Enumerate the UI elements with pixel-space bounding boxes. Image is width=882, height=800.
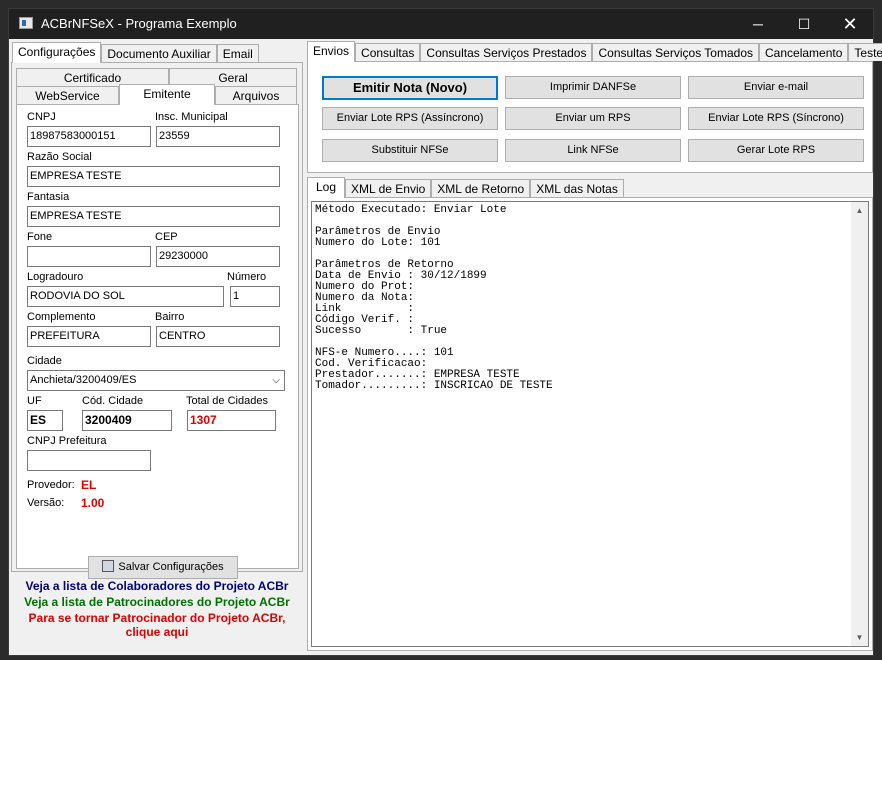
right-panel: Envios Consultas Consultas Serviços Pres… — [307, 39, 882, 655]
cep-label: CEP — [155, 231, 178, 243]
cnpj-prefeitura-label: CNPJ Prefeitura — [27, 435, 107, 447]
fone-label: Fone — [27, 231, 53, 243]
enviar-um-rps-button[interactable]: Enviar um RPS — [505, 107, 681, 130]
cidade-value: Anchieta/3200409/ES — [30, 374, 137, 386]
razao-social-label: Razão Social — [27, 151, 92, 163]
logradouro-label: Logradouro — [27, 271, 84, 283]
configuracoes-page: Certificado Geral WebService Emitente Ar… — [11, 62, 303, 572]
tab-teste[interactable]: Teste — [848, 43, 882, 61]
tab-configuracoes[interactable]: Configurações — [12, 42, 102, 63]
link-nfse-button[interactable]: Link NFSe — [505, 139, 681, 162]
log-text: Método Executado: Enviar Lote Parâmetros… — [315, 204, 553, 392]
close-button[interactable]: ✕ — [827, 9, 873, 39]
scroll-down-icon[interactable]: ▼ — [851, 629, 868, 646]
left-panel: Configurações Documento Auxiliar Email C… — [9, 39, 305, 655]
tab-xml-envio[interactable]: XML de Envio — [345, 179, 432, 197]
tab-documento-auxiliar[interactable]: Documento Auxiliar — [101, 44, 217, 62]
fantasia-label: Fantasia — [27, 191, 70, 203]
cidade-select[interactable]: Anchieta/3200409/ES ⌵ — [27, 370, 285, 391]
chevron-down-icon: ⌵ — [272, 375, 280, 386]
log-tab-strip: Log XML de Envio XML de Retorno XML das … — [307, 177, 624, 198]
tab-email[interactable]: Email — [216, 44, 259, 62]
title-bar: ACBrNFSeX - Programa Exemplo ─ ☐ ✕ — [9, 9, 873, 39]
main-window: ACBrNFSeX - Programa Exemplo ─ ☐ ✕ Confi… — [8, 8, 882, 656]
tab-arquivos[interactable]: Arquivos — [215, 86, 297, 104]
logradouro-field[interactable]: RODOVIA DO SOL — [27, 286, 224, 307]
total-cidades-label: Total de Cidades — [186, 395, 268, 407]
complemento-label: Complemento — [27, 311, 96, 323]
bairro-label: Bairro — [155, 311, 185, 323]
link-clique-aqui[interactable]: clique aqui — [9, 625, 305, 639]
total-cidades-field[interactable]: 1307 — [187, 410, 276, 431]
enviar-lote-assincrono-button[interactable]: Enviar Lote RPS (Assíncrono) — [322, 107, 498, 130]
cnpj-prefeitura-field[interactable] — [27, 450, 151, 471]
link-patrocinadores[interactable]: Veja a lista de Patrocinadores do Projet… — [9, 595, 305, 609]
window-title: ACBrNFSeX - Programa Exemplo — [41, 16, 237, 31]
maximize-button[interactable]: ☐ — [781, 9, 827, 39]
tab-envios[interactable]: Envios — [307, 41, 356, 62]
log-scrollbar[interactable]: ▲ ▼ — [851, 202, 868, 646]
log-textarea[interactable]: Método Executado: Enviar Lote Parâmetros… — [311, 201, 869, 647]
numero-field[interactable]: 1 — [230, 286, 280, 307]
cidade-label: Cidade — [27, 355, 62, 367]
app-icon — [19, 17, 33, 29]
imprimir-danfse-button[interactable]: Imprimir DANFSe — [505, 76, 681, 99]
cnpj-field[interactable]: 18987583000151 — [27, 126, 151, 147]
tab-emitente[interactable]: Emitente — [119, 84, 215, 105]
complemento-field[interactable]: PREFEITURA — [27, 326, 151, 347]
tab-cancelamento[interactable]: Cancelamento — [759, 43, 849, 61]
versao-label: Versão: — [27, 497, 65, 509]
save-icon — [102, 560, 115, 572]
scroll-up-icon[interactable]: ▲ — [851, 202, 868, 219]
cep-field[interactable]: 29230000 — [156, 246, 280, 267]
numero-label: Número — [227, 271, 267, 283]
razao-social-field[interactable]: EMPRESA TESTE — [27, 166, 280, 187]
fone-field[interactable] — [27, 246, 151, 267]
right-tab-strip: Envios Consultas Consultas Serviços Pres… — [307, 41, 882, 62]
cnpj-label: CNPJ — [27, 111, 56, 123]
bairro-field[interactable]: CENTRO — [156, 326, 280, 347]
log-page: Método Executado: Enviar Lote Parâmetros… — [307, 197, 873, 651]
link-tornar-patrocinador[interactable]: Para se tornar Patrocinador do Projeto A… — [9, 611, 305, 625]
substituir-nfse-button[interactable]: Substituir NFSe — [322, 139, 498, 162]
enviar-email-button[interactable]: Enviar e-mail — [688, 76, 864, 99]
gerar-lote-rps-button[interactable]: Gerar Lote RPS — [688, 139, 864, 162]
insc-municipal-label: Insc. Municipal — [155, 111, 228, 123]
cod-cidade-label: Cód. Cidade — [82, 395, 144, 407]
tab-xml-retorno[interactable]: XML de Retorno — [431, 179, 531, 197]
cod-cidade-field[interactable]: 3200409 — [82, 410, 172, 431]
versao-value: 1.00 — [81, 496, 105, 510]
save-config-button[interactable]: Salvar Configurações — [88, 556, 238, 579]
minimize-button[interactable]: ─ — [735, 9, 781, 39]
tab-webservice[interactable]: WebService — [16, 86, 119, 104]
provedor-value: EL — [81, 478, 97, 492]
uf-field[interactable]: ES — [27, 410, 63, 431]
fantasia-field[interactable]: EMPRESA TESTE — [27, 206, 280, 227]
insc-municipal-field[interactable]: 23559 — [156, 126, 280, 147]
tab-consultas[interactable]: Consultas — [355, 43, 421, 61]
provedor-label: Provedor: — [27, 479, 75, 491]
enviar-lote-sincrono-button[interactable]: Enviar Lote RPS (Síncrono) — [688, 107, 864, 130]
tab-log[interactable]: Log — [307, 177, 346, 198]
tab-consultas-tomados[interactable]: Consultas Serviços Tomados — [592, 43, 760, 61]
tab-xml-notas[interactable]: XML das Notas — [530, 179, 624, 197]
emitir-nota-button[interactable]: Emitir Nota (Novo) — [322, 76, 498, 100]
emitente-page: CNPJ 18987583000151 Insc. Municipal 2355… — [16, 104, 299, 569]
left-tab-strip: Configurações Documento Auxiliar Email — [12, 42, 259, 63]
envios-page: Emitir Nota (Novo) Imprimir DANFSe Envia… — [307, 61, 873, 173]
save-config-label: Salvar Configurações — [118, 561, 224, 573]
link-colaboradores[interactable]: Veja a lista de Colaboradores do Projeto… — [9, 579, 305, 593]
tab-consultas-prestados[interactable]: Consultas Serviços Prestados — [420, 43, 593, 61]
uf-label: UF — [27, 395, 42, 407]
